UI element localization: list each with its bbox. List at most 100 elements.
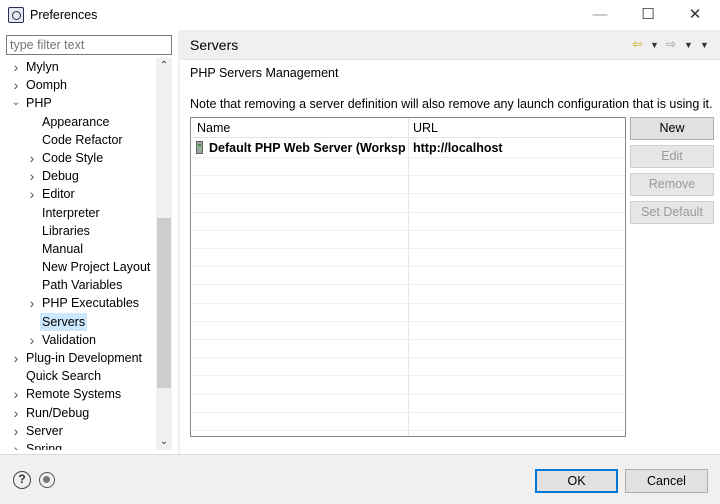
- tree-item[interactable]: › Server: [0, 422, 156, 440]
- tree-item[interactable]: ⌄ PHP: [0, 94, 156, 112]
- section-title: PHP Servers Management: [190, 66, 339, 80]
- forward-arrow-icon[interactable]: ⇨: [666, 37, 676, 51]
- tree-item[interactable]: Path Variables: [0, 276, 156, 294]
- chevron-right-icon[interactable]: ›: [10, 76, 22, 94]
- scroll-up-icon[interactable]: ⌃: [156, 58, 172, 74]
- row-gridline: [191, 430, 625, 431]
- tree-item[interactable]: Code Refactor: [0, 131, 156, 149]
- removal-note: Note that removing a server definition w…: [190, 97, 713, 111]
- tree-item[interactable]: › PHP Executables: [0, 294, 156, 312]
- chevron-right-icon[interactable]: ›: [26, 149, 38, 167]
- tree-item-label: Server: [26, 423, 63, 438]
- tree-item[interactable]: › Editor: [0, 185, 156, 203]
- tree-item[interactable]: Interpreter: [0, 204, 156, 222]
- back-arrow-icon[interactable]: ⇦: [632, 37, 642, 51]
- column-header-name[interactable]: Name: [197, 121, 230, 135]
- table-row[interactable]: Default PHP Web Server (Workspace Defaul…: [191, 139, 625, 157]
- row-gridline: [191, 248, 625, 249]
- tree-item-label: Remote Systems: [26, 387, 122, 402]
- tree-item-label: Editor: [42, 187, 75, 202]
- tree-item-label: Quick Search: [26, 369, 102, 384]
- servers-table[interactable]: Name URL Default PHP Web Server (Workspa…: [190, 117, 626, 437]
- tree-item[interactable]: › Debug: [0, 167, 156, 185]
- tree-item-label: Mylyn: [26, 60, 59, 74]
- row-gridline: [191, 193, 625, 195]
- page-title: Servers: [190, 37, 239, 53]
- edit-button[interactable]: Edit: [630, 145, 714, 168]
- sidebar: › Mylyn › Oomph ⌄ PHP Appearance Code Refactor ›…: [0, 30, 178, 454]
- server-icon: [196, 141, 203, 154]
- tree-item[interactable]: Libraries: [0, 222, 156, 240]
- chevron-right-icon[interactable]: ›: [10, 440, 22, 450]
- tree-item[interactable]: Servers: [0, 312, 156, 331]
- chevron-right-icon[interactable]: ›: [26, 331, 38, 349]
- tree-scrollbar[interactable]: ⌃ ⌄: [156, 58, 172, 450]
- help-icon[interactable]: ?: [13, 471, 31, 489]
- tree-item[interactable]: › Remote Systems: [0, 385, 156, 403]
- tree-item-label: PHP: [26, 96, 52, 111]
- cancel-button[interactable]: Cancel: [625, 469, 708, 493]
- chevron-down-icon[interactable]: ⌄: [10, 94, 22, 112]
- row-gridline: [191, 175, 625, 177]
- tree-item-label: PHP Executables: [42, 296, 140, 311]
- column-header-url[interactable]: URL: [413, 121, 438, 135]
- row-gridline: [191, 320, 625, 322]
- chevron-right-icon[interactable]: ›: [26, 185, 38, 203]
- tree-item[interactable]: › Validation: [0, 331, 156, 349]
- tree-item[interactable]: Manual: [0, 240, 156, 258]
- chevron-right-icon[interactable]: ›: [26, 167, 38, 185]
- window-title: Preferences: [30, 8, 98, 22]
- chevron-right-icon[interactable]: ›: [10, 422, 22, 440]
- set-default-button[interactable]: Set Default: [630, 201, 714, 224]
- filter-input[interactable]: [6, 35, 172, 55]
- title-bar: Preferences — ☐ ✕: [0, 0, 720, 30]
- tree-item[interactable]: › Oomph: [0, 76, 156, 94]
- row-gridline: [191, 357, 625, 359]
- ok-button[interactable]: OK: [535, 469, 618, 493]
- tree-item-label: Appearance: [42, 114, 110, 129]
- column-divider: [408, 118, 409, 436]
- row-gridline: [191, 229, 625, 231]
- tree-item-label: Servers: [40, 312, 88, 331]
- row-gridline: [191, 339, 625, 340]
- tree-item[interactable]: Quick Search: [0, 367, 156, 385]
- tree-item-label: Code Refactor: [42, 132, 123, 147]
- tree-item-label: Run/Debug: [26, 405, 90, 420]
- chevron-right-icon[interactable]: ›: [26, 294, 38, 312]
- chevron-right-icon[interactable]: ›: [10, 404, 22, 422]
- new-button[interactable]: New: [630, 117, 714, 140]
- row-gridline: [191, 411, 625, 413]
- minimize-icon[interactable]: —: [585, 3, 615, 27]
- record-icon[interactable]: [39, 472, 55, 488]
- tree-item-label: Libraries: [42, 223, 90, 238]
- chevron-right-icon[interactable]: ›: [10, 349, 22, 367]
- row-gridline: [191, 284, 625, 286]
- tree-item[interactable]: Appearance: [0, 113, 156, 131]
- tree-item-label: New Project Layout: [42, 260, 151, 275]
- row-gridline: [191, 393, 625, 395]
- view-menu-icon[interactable]: ▼: [700, 40, 709, 50]
- forward-dropdown-icon[interactable]: ▼: [684, 40, 693, 50]
- eclipse-app-icon: [8, 7, 24, 23]
- scroll-thumb[interactable]: [157, 218, 171, 388]
- server-url-cell: http://localhost: [413, 141, 503, 155]
- back-dropdown-icon[interactable]: ▼: [650, 40, 659, 50]
- chevron-right-icon[interactable]: ›: [10, 58, 22, 76]
- tree-item-label: Manual: [42, 241, 83, 256]
- chevron-right-icon[interactable]: ›: [10, 385, 22, 403]
- tree-item-label: Code Style: [42, 150, 104, 165]
- scroll-down-icon[interactable]: ⌄: [156, 434, 172, 450]
- remove-button[interactable]: Remove: [630, 173, 714, 196]
- row-gridline: [191, 157, 625, 158]
- page-header: Servers ⇦ ▼ ⇨ ▼ ▼: [180, 30, 720, 60]
- maximize-icon[interactable]: ☐: [633, 3, 663, 27]
- tree-item[interactable]: › Plug-in Development: [0, 349, 156, 367]
- tree-item[interactable]: › Code Style: [0, 149, 156, 167]
- tree-item[interactable]: New Project Layout: [0, 258, 156, 276]
- close-icon[interactable]: ✕: [680, 3, 710, 27]
- tree-item[interactable]: › Run/Debug: [0, 404, 156, 422]
- row-gridline: [191, 211, 625, 213]
- tree-item[interactable]: › Mylyn: [0, 58, 156, 76]
- tree-item-label: Plug-in Development: [26, 351, 143, 365]
- tree-item[interactable]: › Spring: [0, 440, 156, 450]
